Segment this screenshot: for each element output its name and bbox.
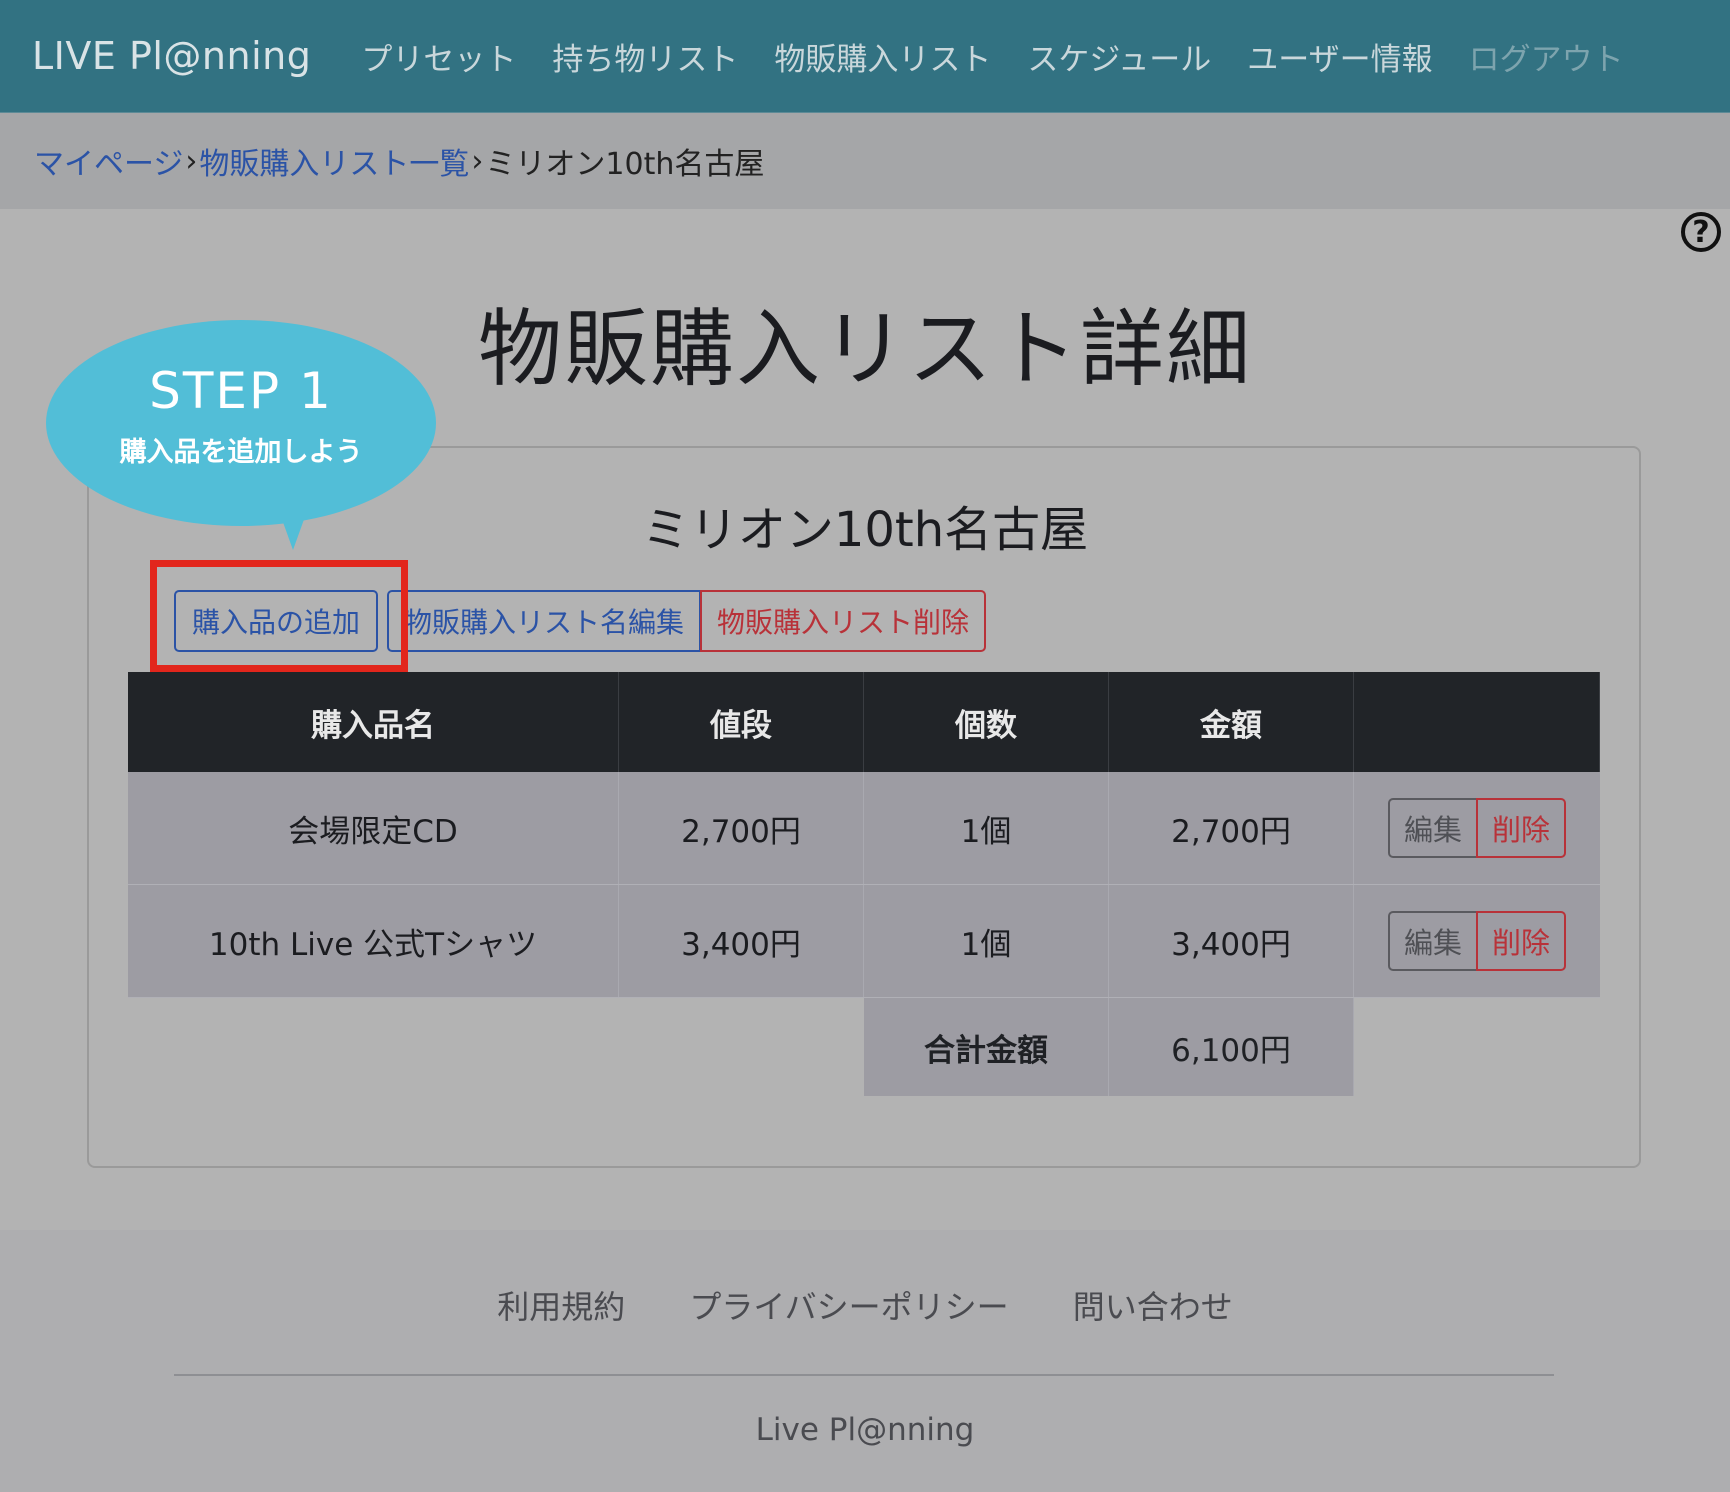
row-actions: 編集 削除 xyxy=(1354,885,1600,997)
breadcrumb: マイページ › 物販購入リスト一覧 › ミリオン10th名古屋 xyxy=(0,113,1730,209)
delete-list-button[interactable]: 物販購入リスト削除 xyxy=(700,590,986,652)
nav-item-belongings-list[interactable]: 持ち物リスト xyxy=(552,34,738,79)
header-amount: 金額 xyxy=(1109,672,1354,772)
tutorial-step-label: STEP 1 xyxy=(149,362,333,420)
breadcrumb-separator: › xyxy=(185,143,198,179)
table-header: 購入品名 値段 個数 金額 xyxy=(128,672,1600,772)
table-row: 10th Live 公式Tシャツ 3,400円 1個 3,400円 編集 削除 xyxy=(128,885,1600,998)
footer xyxy=(0,1230,1730,1492)
footer-link-privacy[interactable]: プライバシーポリシー xyxy=(689,1282,1008,1328)
footer-link-terms[interactable]: 利用規約 xyxy=(497,1282,625,1328)
delete-item-button[interactable]: 削除 xyxy=(1476,911,1566,971)
breadcrumb-link-mypage[interactable]: マイページ xyxy=(34,139,183,183)
brand-logo[interactable]: LIVE Pl@nning xyxy=(32,34,311,78)
tutorial-bubble-tail xyxy=(275,500,311,550)
purchase-table: 購入品名 値段 個数 金額 会場限定CD 2,700円 1個 2,700円 編集… xyxy=(128,672,1600,998)
footer-brand: Live Pl@nning xyxy=(755,1412,975,1448)
table-row: 会場限定CD 2,700円 1個 2,700円 編集 削除 xyxy=(128,772,1600,885)
delete-item-button[interactable]: 削除 xyxy=(1476,798,1566,858)
item-price: 3,400円 xyxy=(619,885,864,997)
total-row: 合計金額 6,100円 xyxy=(864,998,1354,1096)
item-quantity: 1個 xyxy=(864,885,1109,997)
item-name: 10th Live 公式Tシャツ xyxy=(128,885,619,997)
tutorial-highlight-box xyxy=(150,560,408,672)
total-value: 6,100円 xyxy=(1109,998,1354,1096)
header-price: 値段 xyxy=(619,672,864,772)
item-quantity: 1個 xyxy=(864,772,1109,884)
tutorial-bubble xyxy=(46,320,436,526)
header-item-name: 購入品名 xyxy=(128,672,619,772)
row-actions: 編集 削除 xyxy=(1354,772,1600,884)
item-name: 会場限定CD xyxy=(128,772,619,884)
nav-item-preset[interactable]: プリセット xyxy=(361,34,516,79)
footer-links: 利用規約 プライバシーポリシー 問い合わせ xyxy=(0,1282,1730,1328)
item-price: 2,700円 xyxy=(619,772,864,884)
edit-item-button[interactable]: 編集 xyxy=(1388,911,1478,971)
item-amount: 3,400円 xyxy=(1109,885,1354,997)
nav-menu: プリセット 持ち物リスト 物販購入リスト スケジュール ユーザー情報 ログアウト xyxy=(361,34,1659,79)
nav-item-user-info[interactable]: ユーザー情報 xyxy=(1247,34,1432,79)
header-quantity: 個数 xyxy=(864,672,1109,772)
footer-link-contact[interactable]: 問い合わせ xyxy=(1073,1282,1233,1328)
item-amount: 2,700円 xyxy=(1109,772,1354,884)
footer-divider xyxy=(174,1374,1554,1376)
total-label: 合計金額 xyxy=(864,998,1109,1096)
breadcrumb-link-merch-lists[interactable]: 物販購入リスト一覧 xyxy=(199,139,469,183)
breadcrumb-current: ミリオン10th名古屋 xyxy=(485,147,765,182)
header-actions xyxy=(1354,672,1600,772)
tutorial-step-text: 購入品を追加しよう xyxy=(119,437,363,468)
question-circle-icon[interactable]: ? xyxy=(1681,212,1721,252)
nav-item-schedule[interactable]: スケジュール xyxy=(1027,34,1211,79)
edit-item-button[interactable]: 編集 xyxy=(1388,798,1478,858)
nav-item-merch-list[interactable]: 物販購入リスト xyxy=(774,34,991,79)
navbar: LIVE Pl@nning プリセット 持ち物リスト 物販購入リスト スケジュー… xyxy=(0,0,1730,113)
breadcrumb-separator: › xyxy=(471,143,484,179)
edit-list-name-button[interactable]: 物販購入リスト名編集 xyxy=(387,590,701,652)
nav-item-logout[interactable]: ログアウト xyxy=(1469,34,1624,79)
